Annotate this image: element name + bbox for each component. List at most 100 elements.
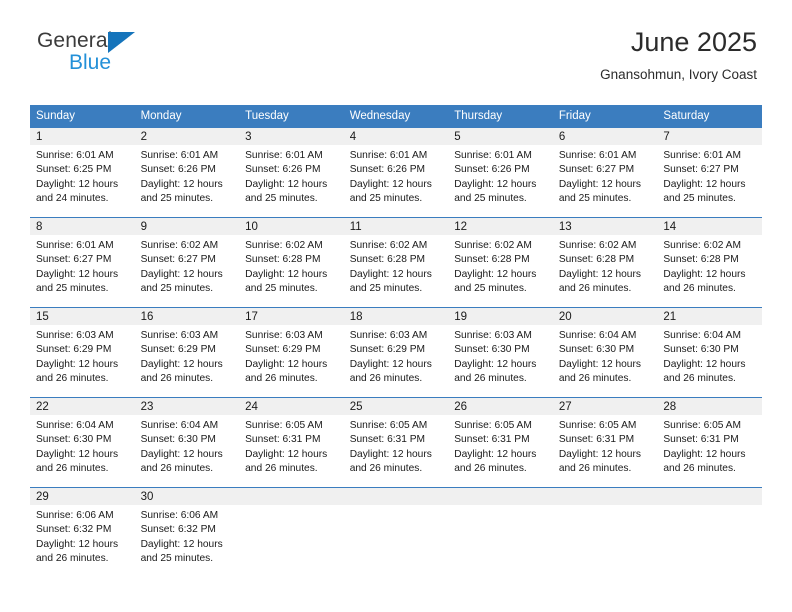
calendar-day-cell[interactable]: 22 Sunrise: 6:04 AM Sunset: 6:30 PM Dayligh…: [30, 397, 135, 488]
calendar-day-cell[interactable]: 6 Sunrise: 6:01 AM Sunset: 6:27 PM Daylight…: [552, 127, 658, 218]
day-number: 25: [343, 398, 449, 415]
daylight-text-line1: Daylight: 12 hours: [36, 178, 119, 190]
calendar-day-cell[interactable]: 1 Sunrise: 6:01 AM Sunset: 6:25 PM Daylight…: [30, 127, 135, 218]
day-details: [344, 505, 449, 509]
daylight-text-line2: and 26 minutes.: [454, 373, 527, 385]
daylight-text-line2: and 26 minutes.: [245, 463, 318, 475]
daylight-text-line2: and 26 minutes.: [36, 463, 109, 475]
calendar-day-cell[interactable]: 10 Sunrise: 6:02 AM Sunset: 6:28 PM Dayligh…: [239, 217, 344, 308]
sunrise-text: Sunrise: 6:04 AM: [140, 420, 219, 431]
daylight-text-line2: and 24 minutes.: [36, 193, 109, 205]
day-number: [239, 488, 344, 505]
day-details: Sunrise: 6:02 AM Sunset: 6:28 PM Daylight:…: [657, 235, 762, 297]
calendar-day-cell[interactable]: 11 Sunrise: 6:02 AM Sunset: 6:28 PM Dayligh…: [343, 217, 449, 308]
calendar-day-cell[interactable]: 20 Sunrise: 6:04 AM Sunset: 6:30 PM Dayligh…: [552, 307, 658, 398]
calendar-day-cell[interactable]: 27 Sunrise: 6:05 AM Sunset: 6:31 PM Dayligh…: [552, 397, 658, 488]
sunset-text: Sunset: 6:26 PM: [349, 164, 426, 176]
calendar-day-cell[interactable]: 18 Sunrise: 6:03 AM Sunset: 6:29 PM Dayligh…: [343, 307, 449, 398]
day-number: 1: [30, 128, 135, 145]
day-number: 11: [343, 218, 449, 235]
calendar-day-cell[interactable]: 23 Sunrise: 6:04 AM Sunset: 6:30 PM Dayligh…: [134, 397, 240, 488]
calendar-day-cell[interactable]: 28 Sunrise: 6:05 AM Sunset: 6:31 PM Dayligh…: [657, 397, 762, 488]
day-number: 19: [448, 308, 553, 325]
generalblue-logo[interactable]: General Blue: [35, 30, 165, 78]
day-cell-inner: 29 Sunrise: 6:06 AM Sunset: 6:32 PM Dayligh…: [30, 488, 135, 578]
day-details: Sunrise: 6:03 AM Sunset: 6:29 PM Daylight:…: [30, 325, 135, 387]
daylight-text-line1: Daylight: 12 hours: [558, 358, 641, 370]
calendar-day-cell[interactable]: 12 Sunrise: 6:02 AM Sunset: 6:28 PM Dayligh…: [448, 217, 553, 308]
calendar-day-cell[interactable]: 25 Sunrise: 6:05 AM Sunset: 6:31 PM Dayligh…: [343, 397, 449, 488]
day-details: Sunrise: 6:02 AM Sunset: 6:27 PM Daylight:…: [135, 235, 240, 297]
day-cell-inner: 10 Sunrise: 6:02 AM Sunset: 6:28 PM Dayligh…: [239, 218, 344, 307]
sunrise-text: Sunrise: 6:06 AM: [140, 510, 219, 521]
daylight-text-line1: Daylight: 12 hours: [245, 448, 328, 460]
daylight-text-line1: Daylight: 12 hours: [140, 448, 223, 460]
sunset-text: Sunset: 6:28 PM: [454, 254, 530, 266]
day-number: 3: [239, 128, 344, 145]
sunset-text: Sunset: 6:31 PM: [349, 434, 426, 446]
calendar-day-cell[interactable]: 26 Sunrise: 6:05 AM Sunset: 6:31 PM Dayligh…: [448, 397, 553, 488]
calendar-day-cell[interactable]: 30 Sunrise: 6:06 AM Sunset: 6:32 PM Dayligh…: [134, 487, 240, 578]
sunset-text: Sunset: 6:29 PM: [349, 344, 426, 356]
day-cell-inner: 9 Sunrise: 6:02 AM Sunset: 6:27 PM Daylight…: [134, 218, 240, 307]
calendar-day-cell[interactable]: 2 Sunrise: 6:01 AM Sunset: 6:26 PM Daylight…: [134, 127, 240, 218]
calendar-day-cell[interactable]: 7 Sunrise: 6:01 AM Sunset: 6:27 PM Daylight…: [657, 127, 762, 218]
daylight-text-line2: and 25 minutes.: [140, 193, 214, 205]
calendar-day-cell[interactable]: 19 Sunrise: 6:03 AM Sunset: 6:30 PM Dayligh…: [448, 307, 553, 398]
sunset-text: Sunset: 6:30 PM: [558, 344, 635, 356]
calendar-day-cell[interactable]: 24 Sunrise: 6:05 AM Sunset: 6:31 PM Dayligh…: [239, 397, 344, 488]
weekday-header-wednesday: Wednesday: [343, 105, 449, 128]
sunrise-text: Sunrise: 6:02 AM: [245, 240, 323, 251]
day-details: Sunrise: 6:03 AM Sunset: 6:30 PM Daylight:…: [448, 325, 553, 387]
calendar-day-cell[interactable]: 14 Sunrise: 6:02 AM Sunset: 6:28 PM Dayligh…: [657, 217, 762, 308]
day-details: Sunrise: 6:02 AM Sunset: 6:28 PM Daylight:…: [553, 235, 658, 297]
day-cell-inner: 5 Sunrise: 6:01 AM Sunset: 6:26 PM Daylight…: [448, 128, 553, 217]
day-cell-inner: [239, 488, 344, 578]
logo-triangle-icon: [108, 32, 135, 53]
calendar-day-cell[interactable]: 17 Sunrise: 6:03 AM Sunset: 6:29 PM Dayligh…: [239, 307, 344, 398]
calendar-day-cell[interactable]: 8 Sunrise: 6:01 AM Sunset: 6:27 PM Daylight…: [30, 217, 135, 308]
day-details: [448, 505, 553, 509]
calendar-day-cell[interactable]: 9 Sunrise: 6:02 AM Sunset: 6:27 PM Daylight…: [134, 217, 240, 308]
calendar-day-cell[interactable]: 3 Sunrise: 6:01 AM Sunset: 6:26 PM Daylight…: [239, 127, 344, 218]
day-cell-inner: 22 Sunrise: 6:04 AM Sunset: 6:30 PM Dayligh…: [30, 398, 135, 487]
calendar-day-cell[interactable]: 5 Sunrise: 6:01 AM Sunset: 6:26 PM Daylight…: [448, 127, 553, 218]
day-details: Sunrise: 6:05 AM Sunset: 6:31 PM Daylight:…: [553, 415, 658, 477]
day-details: Sunrise: 6:01 AM Sunset: 6:25 PM Daylight:…: [30, 145, 135, 207]
daylight-text-line2: and 26 minutes.: [36, 553, 109, 565]
daylight-text-line2: and 26 minutes.: [663, 373, 736, 385]
calendar-day-cell[interactable]: 13 Sunrise: 6:02 AM Sunset: 6:28 PM Dayligh…: [552, 217, 658, 308]
day-cell-inner: 20 Sunrise: 6:04 AM Sunset: 6:30 PM Dayligh…: [552, 308, 658, 397]
page-header: General Blue June 2025 Gnansohmun, Ivory…: [0, 0, 792, 81]
day-cell-inner: 1 Sunrise: 6:01 AM Sunset: 6:25 PM Daylight…: [30, 128, 135, 217]
sunset-text: Sunset: 6:31 PM: [663, 434, 739, 446]
sunset-text: Sunset: 6:31 PM: [245, 434, 321, 446]
day-number: [448, 488, 553, 505]
day-number: 7: [657, 128, 762, 145]
day-cell-inner: 7 Sunrise: 6:01 AM Sunset: 6:27 PM Daylight…: [657, 128, 762, 217]
day-number: 9: [134, 218, 240, 235]
daylight-text-line1: Daylight: 12 hours: [140, 538, 223, 550]
day-details: Sunrise: 6:02 AM Sunset: 6:28 PM Daylight:…: [239, 235, 344, 297]
calendar-week-row: 1 Sunrise: 6:01 AM Sunset: 6:25 PM Daylight…: [30, 127, 762, 218]
calendar-day-cell[interactable]: 21 Sunrise: 6:04 AM Sunset: 6:30 PM Dayligh…: [657, 307, 762, 398]
daylight-text-line1: Daylight: 12 hours: [349, 268, 432, 280]
daylight-text-line2: and 25 minutes.: [349, 193, 423, 205]
calendar-day-cell-empty: [343, 487, 449, 578]
daylight-text-line1: Daylight: 12 hours: [36, 448, 119, 460]
calendar-day-cell[interactable]: 29 Sunrise: 6:06 AM Sunset: 6:32 PM Dayligh…: [30, 487, 135, 578]
day-cell-inner: [552, 488, 658, 578]
calendar-day-cell[interactable]: 16 Sunrise: 6:03 AM Sunset: 6:29 PM Dayligh…: [134, 307, 240, 398]
day-details: Sunrise: 6:03 AM Sunset: 6:29 PM Daylight:…: [344, 325, 449, 387]
day-number: [552, 488, 658, 505]
calendar-day-cell[interactable]: 4 Sunrise: 6:01 AM Sunset: 6:26 PM Daylight…: [343, 127, 449, 218]
day-cell-inner: 17 Sunrise: 6:03 AM Sunset: 6:29 PM Dayligh…: [239, 308, 344, 397]
day-number: 16: [134, 308, 240, 325]
calendar-page: General Blue June 2025 Gnansohmun, Ivory…: [0, 0, 792, 612]
sunset-text: Sunset: 6:28 PM: [558, 254, 635, 266]
sunrise-text: Sunrise: 6:03 AM: [36, 330, 114, 341]
sunrise-text: Sunrise: 6:03 AM: [454, 330, 532, 341]
day-cell-inner: 30 Sunrise: 6:06 AM Sunset: 6:32 PM Dayligh…: [134, 488, 240, 578]
daylight-text-line1: Daylight: 12 hours: [349, 358, 432, 370]
calendar-day-cell[interactable]: 15 Sunrise: 6:03 AM Sunset: 6:29 PM Dayligh…: [30, 307, 135, 398]
